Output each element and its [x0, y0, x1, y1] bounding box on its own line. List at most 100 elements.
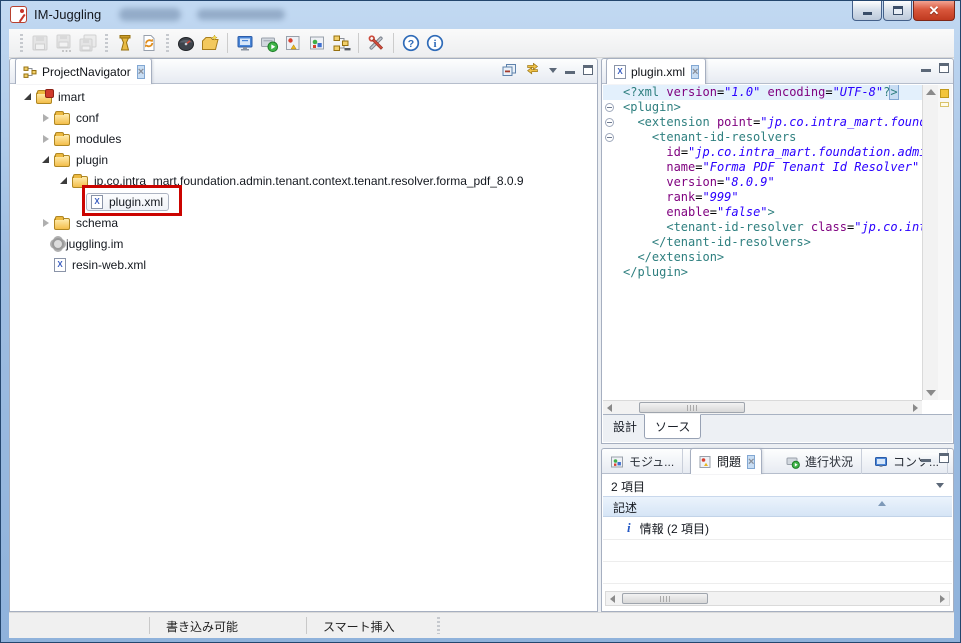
column-header-description[interactable]: 記述 [603, 496, 952, 517]
grid-line [603, 583, 952, 584]
modules-tab-icon [610, 455, 624, 469]
tab-design[interactable]: 設計 [603, 414, 648, 439]
code-line-1[interactable]: <?xml version="1.0" encoding="UTF-8"?> [603, 85, 922, 100]
tab-modules[interactable]: モジュ... [602, 449, 683, 474]
minimize-view-icon[interactable] [921, 64, 931, 72]
annotation-marker[interactable] [940, 102, 949, 107]
filter-menu-icon[interactable] [936, 483, 944, 488]
code-line-12[interactable]: </extension> [603, 250, 922, 265]
view-menu-icon[interactable] [549, 68, 557, 73]
modules-view-icon[interactable] [305, 31, 329, 55]
folder-icon [54, 134, 70, 146]
scroll-left-icon[interactable] [607, 404, 612, 412]
help-icon[interactable]: ? [399, 31, 423, 55]
problems-horizontal-scrollbar[interactable] [605, 591, 950, 606]
expanded-twistie-icon[interactable] [21, 93, 34, 100]
open-project-icon[interactable] [198, 31, 222, 55]
code-line-10[interactable]: <tenant-id-resolver class="jp.co.intra_m [603, 220, 922, 235]
save-icon[interactable] [28, 31, 52, 55]
code-line-11[interactable]: </tenant-id-resolvers> [603, 235, 922, 250]
expanded-twistie-icon[interactable] [57, 177, 70, 184]
run-view-icon[interactable] [257, 31, 281, 55]
maximize-view-icon[interactable] [583, 65, 593, 75]
console-tab-icon [874, 455, 888, 469]
console-view-icon[interactable] [233, 31, 257, 55]
scroll-right-icon[interactable] [940, 595, 945, 603]
maximize-view-icon[interactable] [939, 63, 949, 73]
tab-problems[interactable]: 問題 × [690, 448, 762, 474]
tab-plugin-xml[interactable]: plugin.xml × [606, 58, 706, 84]
scroll-right-icon[interactable] [913, 404, 918, 412]
close-tab-icon[interactable]: × [748, 456, 754, 468]
tree-item-modules[interactable]: modules [11, 128, 596, 149]
code-line-9[interactable]: enable="false"> [603, 205, 922, 220]
export-jar-icon[interactable] [113, 31, 137, 55]
scroll-up-icon[interactable] [926, 89, 936, 95]
problems-view-icon[interactable] [281, 31, 305, 55]
info-icon[interactable]: i [423, 31, 447, 55]
scroll-down-icon[interactable] [926, 390, 936, 396]
expanded-twistie-icon[interactable] [39, 156, 52, 163]
editor-horizontal-scrollbar[interactable] [603, 400, 922, 414]
link-with-editor-icon[interactable] [525, 63, 541, 77]
code-line-4[interactable]: <tenant-id-resolvers [603, 130, 922, 145]
maximize-button[interactable] [883, 1, 912, 21]
tab-project-navigator[interactable]: ProjectNavigator × [15, 58, 152, 84]
code-line-13[interactable]: </plugin> [603, 265, 922, 280]
scroll-left-icon[interactable] [610, 595, 615, 603]
toolbar-grip[interactable] [166, 34, 169, 52]
collapsed-twistie-icon[interactable] [39, 135, 52, 143]
scrollbar-thumb[interactable] [639, 402, 745, 413]
code-area[interactable]: <?xml version="1.0" encoding="UTF-8"?><p… [603, 85, 922, 400]
annotation-marker[interactable] [940, 89, 949, 98]
close-tab-icon[interactable]: × [138, 66, 144, 78]
problems-group-row[interactable]: i 情報 (2 項目) [603, 517, 952, 539]
editor-vertical-scrollbar[interactable] [922, 85, 938, 400]
fold-collapse-icon[interactable] [605, 133, 614, 142]
close-tab-icon[interactable]: × [692, 66, 698, 78]
editor-page-tabs: 設計 ソース [603, 414, 952, 442]
close-button[interactable]: ✕ [913, 1, 955, 21]
refresh-file-icon[interactable] [137, 31, 161, 55]
maximize-view-icon[interactable] [939, 453, 949, 463]
code-line-7[interactable]: version="8.0.9" [603, 175, 922, 190]
save-as-icon[interactable] [52, 31, 76, 55]
tab-label: plugin.xml [631, 65, 685, 79]
tree-item-conf[interactable]: conf [11, 107, 596, 128]
collapsed-twistie-icon[interactable] [39, 114, 52, 122]
fold-collapse-icon[interactable] [605, 118, 614, 127]
tree-item-resin-web.xml[interactable]: resin-web.xml [11, 254, 596, 275]
window-title: IM-Juggling [34, 7, 101, 22]
problems-tab-icon [698, 455, 712, 469]
tree-item-imart[interactable]: imart [11, 86, 596, 107]
status-separator [306, 617, 307, 634]
code-line-2[interactable]: <plugin> [603, 100, 922, 115]
info-icon: i [627, 520, 631, 536]
collapse-all-icon[interactable] [502, 63, 517, 77]
toolbar-grip[interactable] [105, 34, 108, 52]
toolbar-grip[interactable] [20, 34, 23, 52]
code-line-6[interactable]: name="Forma PDF Tenant Id Resolver" [603, 160, 922, 175]
app-window: IM-Juggling ✕ ? i [0, 0, 961, 643]
minimize-view-icon[interactable] [921, 454, 931, 462]
code-line-8[interactable]: rank="999" [603, 190, 922, 205]
tab-source[interactable]: ソース [644, 414, 701, 439]
titlebar[interactable]: IM-Juggling ✕ [1, 1, 961, 29]
save-all-icon[interactable] [76, 31, 100, 55]
tree-item-plugin[interactable]: plugin [11, 149, 596, 170]
tab-progress[interactable]: 進行状況 [778, 449, 862, 474]
tools-icon[interactable] [364, 31, 388, 55]
hierarchy-remove-icon[interactable] [329, 31, 353, 55]
tree-item-juggling.im[interactable]: juggling.im [11, 233, 596, 254]
minimize-button[interactable] [852, 1, 882, 21]
dashboard-icon[interactable] [174, 31, 198, 55]
scrollbar-thumb[interactable] [622, 593, 708, 604]
overview-ruler[interactable] [938, 85, 952, 400]
fold-collapse-icon[interactable] [605, 103, 614, 112]
code-line-5[interactable]: id="jp.co.intra_mart.foundation.admin.te [603, 145, 922, 160]
tree-item-label: imart [58, 90, 85, 104]
tree-item-label: conf [76, 111, 99, 125]
code-line-3[interactable]: <extension point="jp.co.intra_mart.found… [603, 115, 922, 130]
minimize-view-icon[interactable] [565, 66, 575, 74]
collapsed-twistie-icon[interactable] [39, 219, 52, 227]
